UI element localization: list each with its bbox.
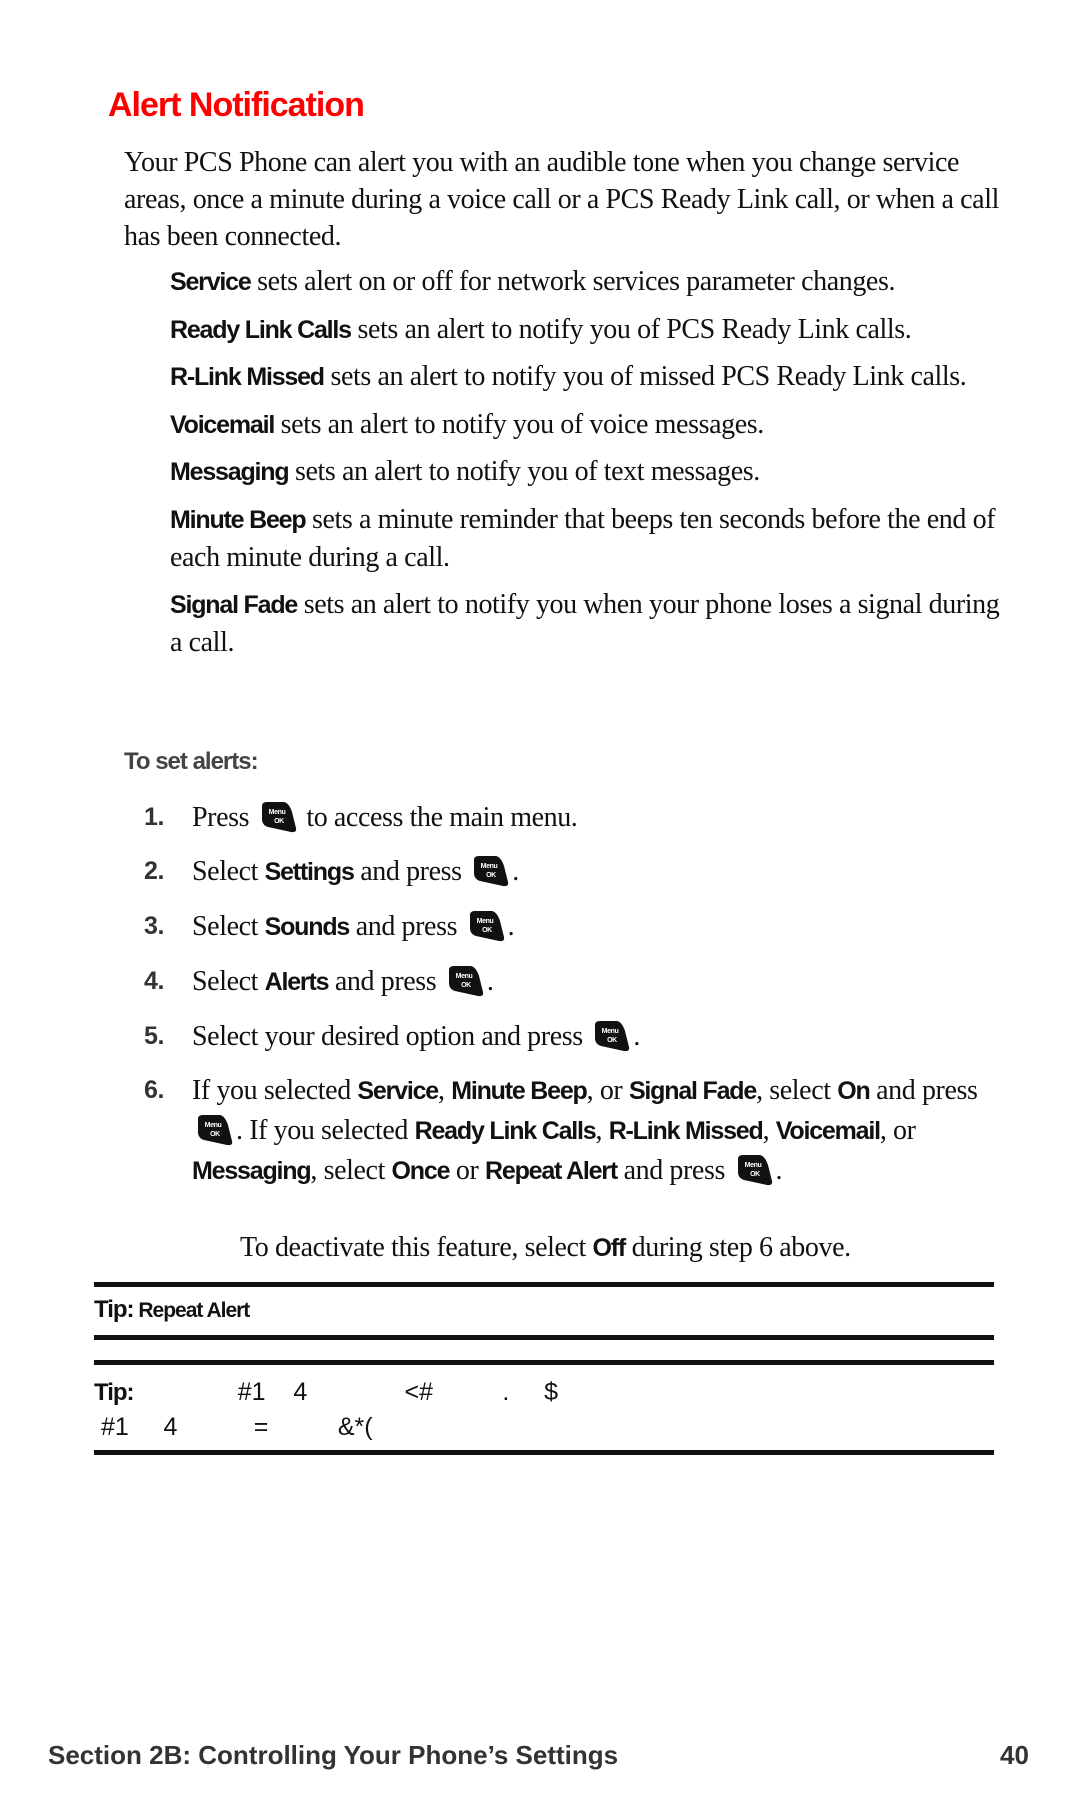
definition-item: Minute Beep sets a minute reminder that … <box>170 501 1010 577</box>
option-name: Voicemail <box>775 1117 881 1145</box>
tip-divider <box>94 1282 994 1287</box>
definition-text: sets alert on or off for network service… <box>250 266 896 297</box>
definition-item: Service sets alert on or off for network… <box>170 263 1010 302</box>
step-text: . <box>633 1021 640 1052</box>
menu-ok-key-icon <box>466 909 506 943</box>
menu-ok-key-icon <box>734 1153 774 1187</box>
step-text: and press <box>328 966 443 997</box>
definition-term: Signal Fade <box>170 590 298 619</box>
step-item: 5. Select your desired option and press . <box>140 1017 1010 1056</box>
definition-text: sets an alert to notify you of voice mes… <box>274 408 765 440</box>
option-name: R-Link Missed <box>608 1117 764 1145</box>
step-text: Select your desired option and press <box>192 1021 590 1052</box>
tip-label: Tip: <box>94 1379 135 1406</box>
step-text: , select <box>756 1075 838 1106</box>
footer-section-title: Section 2B: Controlling Your Phone’s Set… <box>48 1740 619 1770</box>
tip-divider <box>94 1450 994 1455</box>
step-number: 4. <box>144 967 165 995</box>
definition-item: R-Link Missed sets an alert to notify yo… <box>170 358 1010 397</box>
definition-term: Minute Beep <box>170 505 307 534</box>
step-text: Select <box>192 911 265 942</box>
definition-item: Ready Link Calls sets an alert to notify… <box>170 311 1010 350</box>
definition-text: sets an alert to notify you of text mess… <box>288 456 760 487</box>
step-number: 5. <box>144 1022 165 1050</box>
option-name: Service <box>357 1077 439 1105</box>
step-text: . If you selected <box>236 1115 415 1146</box>
definition-term: Ready Link Calls <box>170 315 352 344</box>
definition-item: Signal Fade sets an alert to notify you … <box>170 586 1010 662</box>
tip-text: Repeat Alert <box>133 1299 250 1322</box>
menu-ok-key-icon <box>258 800 298 834</box>
tip-divider <box>94 1335 994 1340</box>
step-text: and press <box>869 1075 978 1106</box>
steps-list: 1. Press to access the main menu. 2. Selec… <box>140 798 1010 1206</box>
menu-ok-key-icon <box>194 1113 234 1147</box>
procedure-heading: To set alerts: <box>124 748 259 775</box>
definition-item: Voicemail sets an alert to notify you of… <box>170 406 1010 445</box>
step-text: , or <box>879 1115 916 1146</box>
step-text: Select <box>192 856 265 887</box>
option-name: Once <box>391 1157 451 1185</box>
tip-box-2: Tip: #1 4 <# . $ #1 4 = &*( <box>94 1375 558 1445</box>
step-text: . <box>512 856 519 887</box>
tip-label: Tip: <box>94 1296 135 1323</box>
definition-text: sets an alert to notify you of missed PC… <box>323 361 967 392</box>
note-text: To deactivate this feature, select <box>240 1232 593 1263</box>
page-title: Alert Notification <box>108 86 365 124</box>
step-number: 3. <box>144 912 165 940</box>
step-text: , or <box>586 1075 629 1106</box>
note-text: during step 6 above. <box>625 1232 851 1263</box>
step-text: , <box>438 1075 452 1106</box>
option-name: Signal Fade <box>628 1077 757 1105</box>
step-text: and press <box>349 911 464 942</box>
option-name: Minute Beep <box>451 1077 588 1105</box>
step-text: Press <box>192 802 256 833</box>
step-text: and press <box>616 1155 732 1186</box>
step-number: 2. <box>144 857 165 885</box>
menu-item-name: Sounds <box>264 913 351 941</box>
step-text: or <box>449 1155 486 1186</box>
step-item: 3. Select Sounds and press . <box>140 907 1010 947</box>
step-text: . <box>486 966 494 997</box>
option-name: Off <box>592 1234 627 1262</box>
menu-ok-key-icon <box>591 1019 631 1053</box>
step-text: Select <box>192 966 265 997</box>
definition-term: Voicemail <box>170 410 275 439</box>
definition-term: R-Link Missed <box>170 363 325 391</box>
menu-ok-key-icon <box>470 854 510 888</box>
menu-ok-key-icon <box>445 964 485 998</box>
tip-box-1: Tip: Repeat Alert <box>94 1296 250 1324</box>
alert-options-list: Service sets alert on or off for network… <box>170 263 1010 671</box>
step-text: , select <box>310 1155 392 1186</box>
option-name: On <box>837 1077 871 1105</box>
step-text: If you selected <box>192 1075 358 1106</box>
step-text: and press <box>353 856 469 887</box>
definition-text: sets an alert to notify you of PCS Ready… <box>350 313 912 345</box>
step-item: 6. If you selected Service, Minute Beep, … <box>140 1071 1010 1191</box>
step-text: . <box>507 911 515 942</box>
step-text: to access the main menu. <box>299 802 578 833</box>
deactivate-note: To deactivate this feature, select Off d… <box>240 1232 851 1264</box>
step-text: , <box>762 1115 776 1146</box>
step-text: . <box>775 1155 783 1186</box>
step-item: 1. Press to access the main menu. <box>140 798 1010 837</box>
tip-divider <box>94 1360 994 1365</box>
tip-text: #1 4 <# . $ <box>133 1378 559 1406</box>
step-item: 2. Select Settings and press . <box>140 852 1010 892</box>
option-name: Repeat Alert <box>485 1157 618 1185</box>
tip-text: #1 4 = &*( <box>94 1413 373 1441</box>
menu-item-name: Alerts <box>264 968 330 996</box>
option-name: Ready Link Calls <box>414 1117 597 1145</box>
step-text: , <box>595 1115 609 1146</box>
step-item: 4. Select Alerts and press . <box>140 962 1010 1002</box>
definition-item: Messaging sets an alert to notify you of… <box>170 453 1010 492</box>
page-number: 40 <box>1000 1740 1029 1770</box>
definition-term: Messaging <box>170 458 290 486</box>
intro-paragraph: Your PCS Phone can alert you with an aud… <box>124 147 999 252</box>
step-number: 6. <box>144 1076 165 1104</box>
option-name: Messaging <box>192 1157 312 1185</box>
menu-item-name: Settings <box>264 858 355 886</box>
step-number: 1. <box>144 803 165 831</box>
definition-term: Service <box>170 268 252 296</box>
